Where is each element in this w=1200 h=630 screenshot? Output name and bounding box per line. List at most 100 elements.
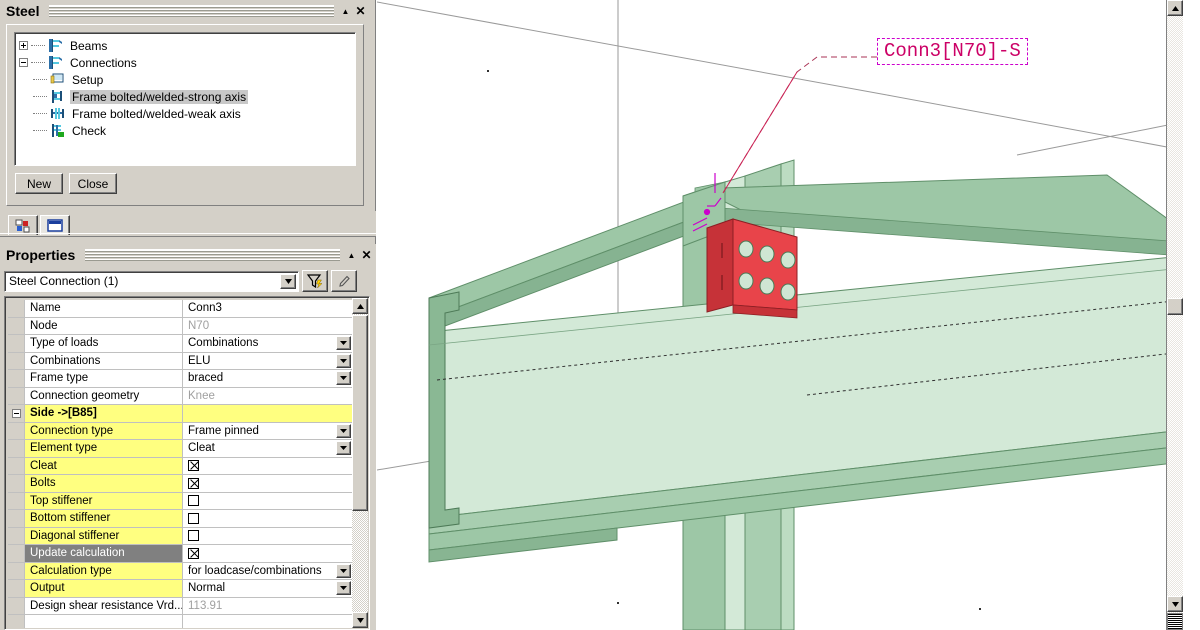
new-button[interactable]: New: [15, 173, 63, 194]
property-value[interactable]: Cleat: [183, 440, 352, 457]
property-value[interactable]: [183, 475, 352, 492]
scrollbar-track[interactable]: [1167, 16, 1183, 614]
properties-scrollbar[interactable]: [352, 298, 368, 628]
property-value[interactable]: [183, 492, 352, 509]
checkbox-unchecked-icon[interactable]: [188, 512, 199, 524]
table-row[interactable]: Node N70: [8, 317, 352, 335]
object-selector-combobox[interactable]: Steel Connection (1): [4, 270, 299, 292]
close-button[interactable]: Close: [69, 173, 117, 194]
titlebar-gripper[interactable]: [49, 5, 334, 17]
chevron-down-icon[interactable]: [336, 423, 351, 438]
edit-button[interactable]: [331, 270, 357, 292]
table-row[interactable]: [8, 615, 352, 628]
table-row[interactable]: Name Conn3: [8, 300, 352, 318]
chevron-down-icon[interactable]: [336, 353, 351, 368]
tree-item-check[interactable]: Check: [19, 122, 355, 139]
window-icon[interactable]: [40, 215, 70, 235]
table-row[interactable]: Connection type Frame pinned: [8, 422, 352, 440]
checkbox-checked-icon[interactable]: [188, 477, 199, 489]
multi-select-icon[interactable]: [8, 215, 38, 235]
property-name: Connection type: [25, 422, 183, 439]
property-value[interactable]: [183, 545, 352, 562]
properties-grid[interactable]: Name Conn3 Node N70 Type of loads Combin…: [4, 296, 370, 630]
steel-panel-titlebar[interactable]: Steel ▲ ✕: [0, 0, 370, 22]
connection-label[interactable]: Conn3[N70]-S: [877, 38, 1028, 65]
tree-item-beams[interactable]: Beams: [19, 37, 355, 54]
property-value[interactable]: Combinations: [183, 335, 352, 352]
property-value[interactable]: ELU: [183, 352, 352, 369]
titlebar-gripper[interactable]: [85, 249, 340, 261]
property-value[interactable]: [183, 510, 352, 527]
tree-item-setup[interactable]: Setup: [19, 71, 355, 88]
property-value[interactable]: Frame pinned: [183, 422, 352, 439]
tree-connector: [31, 45, 45, 46]
caret-up-icon[interactable]: ▲: [344, 248, 359, 263]
chevron-down-icon[interactable]: [280, 273, 296, 289]
model-viewport[interactable]: Conn3[N70]-S: [377, 0, 1183, 630]
property-value[interactable]: braced: [183, 370, 352, 387]
expander-minus-icon[interactable]: [19, 58, 28, 67]
table-row[interactable]: Bottom stiffener: [8, 510, 352, 528]
property-name: Name: [25, 300, 183, 317]
close-icon[interactable]: ✕: [353, 4, 368, 19]
checkbox-checked-icon[interactable]: [188, 547, 199, 559]
properties-panel-titlebar[interactable]: Properties ▲ ✕: [0, 244, 376, 266]
ibeam-icon: [47, 38, 64, 53]
caret-up-icon[interactable]: ▲: [338, 4, 353, 19]
table-row[interactable]: Calculation type for loadcase/combinatio…: [8, 562, 352, 580]
viewport-scrollbar[interactable]: [1166, 0, 1183, 630]
scroll-down-icon[interactable]: [352, 612, 368, 628]
tree-item-connections[interactable]: Connections: [19, 54, 355, 71]
chevron-down-icon[interactable]: [336, 441, 351, 455]
dock-tab-strip: [0, 211, 376, 237]
tree-item-frame-bolted-welded-weak-axis[interactable]: Frame bolted/welded-weak axis: [19, 105, 355, 122]
table-row[interactable]: Bolts: [8, 475, 352, 493]
checkbox-unchecked-icon[interactable]: [188, 530, 199, 542]
table-row[interactable]: Element type Cleat: [8, 440, 352, 458]
property-value-text: for loadcase/combinations: [188, 564, 322, 577]
table-row[interactable]: Combinations ELU: [8, 352, 352, 370]
table-row[interactable]: Type of loads Combinations: [8, 335, 352, 353]
steel-tree-view[interactable]: Beams Connections Setup Frame bolted/wel…: [14, 32, 356, 166]
property-value[interactable]: for loadcase/combinations: [183, 562, 352, 579]
chevron-down-icon[interactable]: [336, 336, 351, 350]
row-gutter: [8, 580, 25, 597]
filter-button[interactable]: [302, 270, 328, 292]
property-value[interactable]: [183, 457, 352, 474]
property-name: Bottom stiffener: [25, 510, 183, 527]
checkbox-checked-icon[interactable]: [188, 460, 199, 472]
table-row[interactable]: Output Normal: [8, 580, 352, 598]
scroll-up-icon[interactable]: [352, 298, 368, 314]
scrollbar-thumb[interactable]: [352, 315, 368, 511]
scrollbar-thumb[interactable]: [1167, 298, 1183, 315]
table-row[interactable]: Diagonal stiffener: [8, 527, 352, 545]
property-name: Connection geometry: [25, 387, 183, 404]
expander-minus-icon[interactable]: [11, 408, 21, 418]
table-row[interactable]: Connection geometry Knee: [8, 387, 352, 405]
table-row-group-header[interactable]: Side ->[B85]: [8, 405, 352, 423]
tree-item-frame-bolted-welded-strong-axis[interactable]: Frame bolted/welded-strong axis: [19, 88, 355, 105]
steel-model-render[interactable]: [377, 0, 1183, 630]
chevron-down-icon[interactable]: [336, 581, 351, 595]
property-name: Design shear resistance Vrd...: [25, 597, 183, 614]
property-value[interactable]: Conn3: [183, 300, 352, 317]
property-value[interactable]: [183, 615, 352, 628]
table-row[interactable]: Design shear resistance Vrd... 113.91: [8, 597, 352, 615]
chevron-down-icon[interactable]: [336, 563, 351, 578]
table-row[interactable]: Cleat: [8, 457, 352, 475]
close-icon[interactable]: ✕: [359, 248, 374, 263]
property-value: [183, 405, 352, 422]
table-row[interactable]: Frame type braced: [8, 370, 352, 388]
table-row-selected[interactable]: Update calculation: [8, 545, 352, 563]
table-row[interactable]: Top stiffener: [8, 492, 352, 510]
property-value[interactable]: [183, 527, 352, 544]
checkbox-unchecked-icon[interactable]: [188, 495, 199, 507]
scroll-up-icon[interactable]: [1167, 0, 1183, 16]
scroll-down-icon[interactable]: [1167, 596, 1183, 612]
property-value-text: Frame pinned: [188, 424, 259, 437]
chevron-down-icon[interactable]: [336, 371, 351, 385]
property-value[interactable]: Normal: [183, 580, 352, 597]
row-gutter: [8, 545, 25, 562]
row-gutter: [8, 492, 25, 509]
expander-plus-icon[interactable]: [19, 41, 28, 50]
